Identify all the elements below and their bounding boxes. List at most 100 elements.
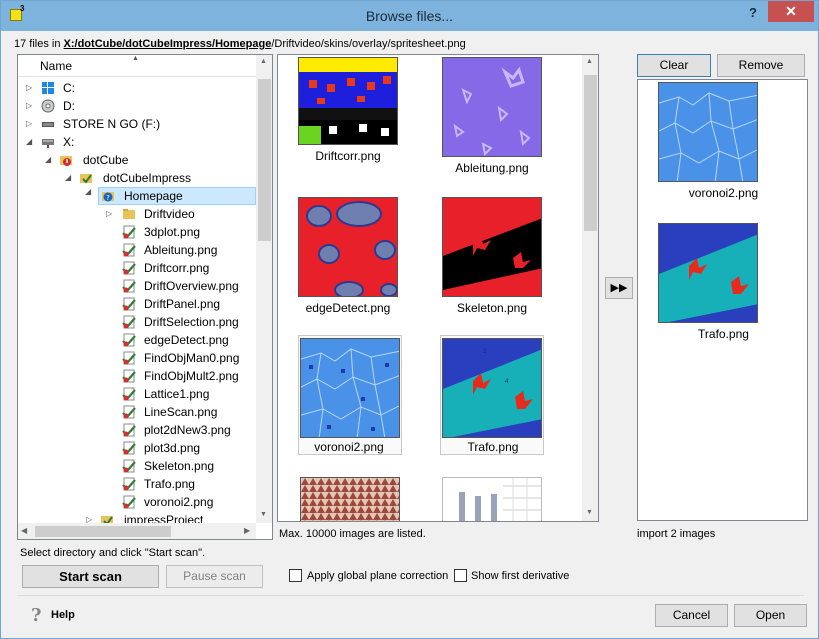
tree-horizontal-scrollbar[interactable]: ◀ ▶ [18, 523, 256, 539]
path-base-link[interactable]: X:/dotCube/dotCubeImpress/Homepage [64, 38, 272, 50]
double-arrow-right-icon: ▶▶ [610, 282, 628, 294]
tree-file-item[interactable]: LineScan.png [18, 403, 256, 421]
image-file-checked-icon [122, 495, 136, 509]
tree-file-item[interactable]: DriftPanel.png [18, 295, 256, 313]
scroll-down-icon[interactable]: ▼ [586, 509, 593, 516]
collapse-arrow-icon[interactable]: ◢ [85, 187, 91, 196]
collapse-arrow-icon[interactable]: ◢ [45, 151, 51, 169]
thumbnail-item-partial[interactable] [298, 475, 402, 521]
tree-item-label: Ableitung.png [144, 243, 218, 257]
tree-item-label: Driftcorr.png [144, 261, 210, 275]
thumbnail-item-edgedetect[interactable]: edgeDetect.png [296, 195, 400, 315]
expand-arrow-icon[interactable]: ▷ [86, 511, 92, 523]
plane-correction-checkbox[interactable] [289, 569, 302, 582]
clear-button[interactable]: Clear [637, 54, 711, 77]
tree-header-label: Name [40, 59, 73, 73]
tree-item-label: STORE N GO (F:) [63, 117, 161, 131]
help-question-icon[interactable]: ? [749, 5, 757, 20]
thumbnail-item-ableitung[interactable]: Ableitung.png [440, 55, 544, 175]
tree-item-c[interactable]: ▷ C: [18, 79, 256, 97]
scroll-up-icon[interactable]: ▲ [260, 58, 267, 65]
tree-file-item[interactable]: plot2dNew3.png [18, 421, 256, 439]
title-bar[interactable]: 3 Browse files... ? ✕ [1, 1, 818, 31]
tree-item-label: Skeleton.png [144, 459, 215, 473]
grid-vscroll-thumb[interactable] [584, 75, 597, 231]
image-file-checked-icon [122, 387, 136, 401]
tree-item-f[interactable]: ▷ STORE N GO (F:) [18, 115, 256, 133]
image-file-checked-icon [122, 441, 136, 455]
tree-file-item[interactable]: Skeleton.png [18, 457, 256, 475]
thumbnail-item-partial-chart[interactable] [440, 475, 544, 521]
collapse-arrow-icon[interactable]: ◢ [65, 169, 71, 187]
tree-file-item[interactable]: plot3d.png [18, 439, 256, 457]
tree-header-name[interactable]: Name ▲ [18, 55, 256, 77]
scroll-left-icon[interactable]: ◀ [21, 526, 27, 535]
tree-file-item[interactable]: FindObjMan0.png [18, 349, 256, 367]
tree-item-label: dotCube [83, 153, 129, 167]
remove-selected-button[interactable]: Remove selected [717, 54, 805, 93]
tree-item-label: impressProject [124, 513, 204, 523]
expand-arrow-icon[interactable]: ▷ [26, 97, 32, 115]
selected-item-label: voronoi2.png [688, 186, 759, 200]
tree-item-driftvideo[interactable]: ▷ Driftvideo [18, 205, 256, 223]
tree-hscroll-thumb[interactable] [35, 526, 171, 537]
path-line: 17 files in X:/dotCube/dotCubeImpress/Ho… [14, 38, 466, 50]
tree-item-label: dotCubeImpress [103, 171, 192, 185]
image-file-checked-icon [122, 225, 136, 239]
add-to-selection-button[interactable]: ▶▶ [605, 277, 633, 299]
tree-item-label: Trafo.png [144, 477, 195, 491]
grid-status-text: Max. 10000 images are listed. [279, 528, 426, 540]
close-button[interactable]: ✕ [768, 1, 814, 22]
thumbnail-item-skeleton[interactable]: Skeleton.png [440, 195, 544, 315]
tree-file-item[interactable]: DriftOverview.png [18, 277, 256, 295]
tree-file-item[interactable]: Ableitung.png [18, 241, 256, 259]
thumbnail-item-driftcorr[interactable]: Driftcorr.png [296, 55, 400, 173]
thumbnail-grid[interactable]: Driftcorr.png Ableitung.png edgeDetect.p… [277, 54, 599, 522]
tree-file-item[interactable]: Trafo.png [18, 475, 256, 493]
thumbnail-item-trafo[interactable]: 24 Trafo.png [440, 335, 544, 455]
tree-vscroll-thumb[interactable] [258, 79, 271, 241]
expand-arrow-icon[interactable]: ▷ [106, 205, 112, 223]
scroll-up-icon[interactable]: ▲ [586, 58, 593, 65]
tree-item-label: X: [63, 135, 75, 149]
tree-item-dotcube[interactable]: ◢ dotCube [18, 151, 256, 169]
tree-file-item[interactable]: FindObjMult2.png [18, 367, 256, 385]
cancel-button[interactable]: Cancel [655, 604, 728, 627]
first-derivative-checkbox[interactable] [454, 569, 467, 582]
svg-text:?: ? [106, 194, 110, 202]
selected-item-label: Trafo.png [698, 327, 749, 341]
selected-thumbnail-voronoi2[interactable] [658, 82, 758, 182]
help-button[interactable]: ? Help [29, 605, 89, 627]
tree-item-label: DriftSelection.png [144, 315, 239, 329]
open-button[interactable]: Open [734, 604, 807, 627]
tree-file-item[interactable]: 3dplot.png [18, 223, 256, 241]
selected-images-list[interactable]: voronoi2.png Trafo.png [637, 79, 808, 521]
tree-item-homepage[interactable]: ? Homepage [98, 187, 256, 205]
collapse-arrow-icon[interactable]: ◢ [26, 133, 32, 151]
tree-file-item[interactable]: Driftcorr.png [18, 259, 256, 277]
tree-file-item[interactable]: voronoi2.png [18, 493, 256, 511]
tree-vertical-scrollbar[interactable]: ▲ ▼ [256, 55, 272, 523]
grid-vertical-scrollbar[interactable]: ▲ ▼ [582, 55, 598, 521]
image-file-checked-icon [122, 315, 136, 329]
tree-item-dotcubeimpress[interactable]: ◢ dotCubeImpress [18, 169, 256, 187]
directory-tree[interactable]: Name ▲ ▷ C: ▷ D: ▷ STORE N GO (F:) ◢ X: … [17, 54, 273, 540]
start-scan-button[interactable]: Start scan [22, 565, 159, 588]
tree-file-item[interactable]: DriftSelection.png [18, 313, 256, 331]
scroll-down-icon[interactable]: ▼ [260, 511, 267, 518]
image-file-checked-icon [122, 297, 136, 311]
usb-drive-icon [42, 122, 54, 127]
tree-item-impressproject[interactable]: ▷ impressProject [18, 511, 256, 523]
expand-arrow-icon[interactable]: ▷ [26, 115, 32, 133]
selected-thumbnail-trafo[interactable] [658, 223, 758, 323]
thumbnail-item-voronoi2[interactable]: voronoi2.png [298, 335, 402, 455]
tree-file-item[interactable]: Lattice1.png [18, 385, 256, 403]
thumbnail-image [442, 57, 542, 157]
scroll-right-icon[interactable]: ▶ [244, 526, 250, 535]
tree-file-item[interactable]: edgeDetect.png [18, 331, 256, 349]
thumbnail-image [300, 338, 400, 438]
tree-item-x[interactable]: ◢ X: [18, 133, 256, 151]
pause-scan-button[interactable]: Pause scan [166, 565, 263, 588]
expand-arrow-icon[interactable]: ▷ [26, 79, 32, 97]
tree-item-d[interactable]: ▷ D: [18, 97, 256, 115]
